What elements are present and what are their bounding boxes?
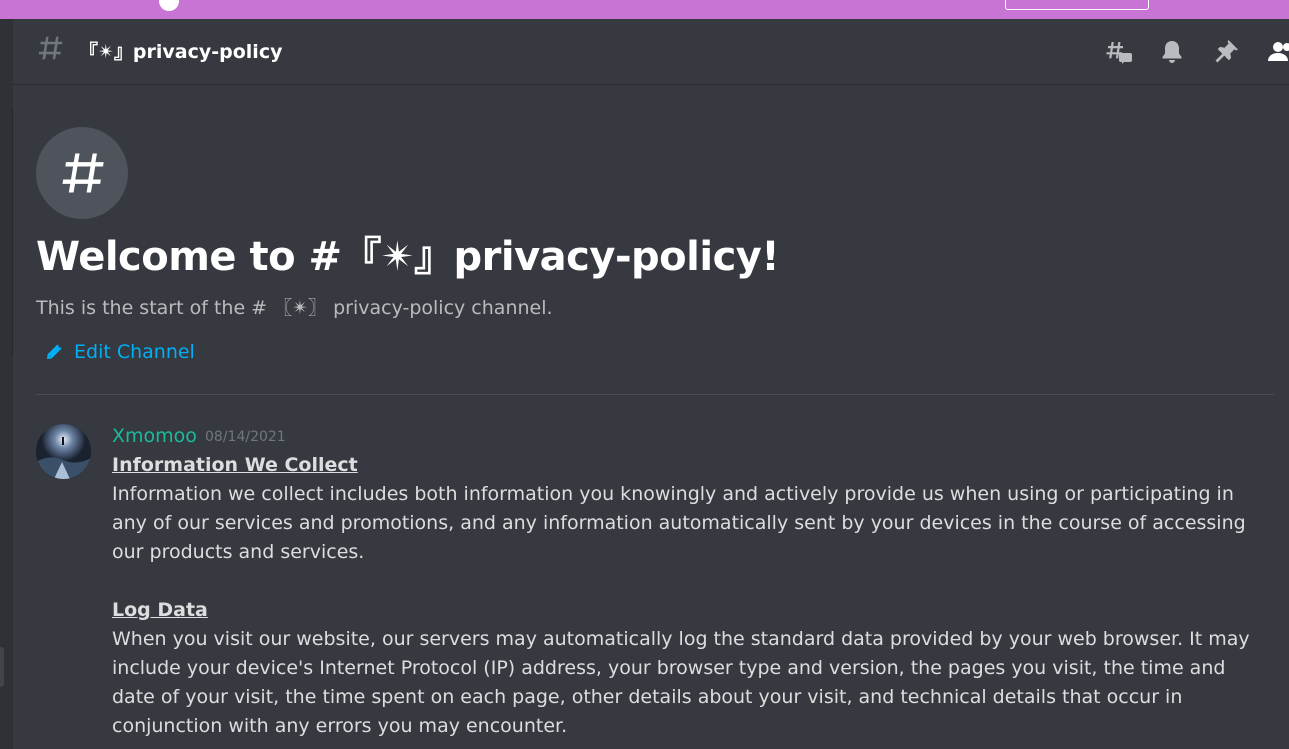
channel-hash-icon [35,33,65,63]
channel-start-text: This is the start of the # 〖✴〗 privacy-p… [36,297,553,319]
notification-banner [0,0,1289,19]
message-content: Information We Collect Information we co… [112,451,1252,741]
channel-header: 『✴』privacy-policy [13,19,1289,85]
channel-hash-icon-large [36,127,128,219]
intro-divider [36,394,1274,395]
section-heading: Information We Collect [112,454,358,476]
section-spacer [112,567,1252,596]
gift-icon [159,0,179,11]
section-text: When you visit our website, our servers … [112,628,1250,737]
pencil-icon [47,344,62,359]
section-text: Information we collect includes both inf… [112,483,1246,563]
sidebar-divider [0,107,13,357]
sidebar-tab[interactable] [0,647,4,687]
member-list-icon[interactable] [1265,37,1289,67]
welcome-heading: Welcome to #『✴』privacy-policy! [36,234,780,280]
bell-icon[interactable] [1157,37,1187,67]
pin-icon[interactable] [1211,37,1241,67]
banner-action-button[interactable] [1005,0,1149,10]
message-author[interactable]: Xmomoo [112,423,197,449]
edit-channel-label: Edit Channel [74,341,195,363]
threads-icon[interactable] [1103,37,1133,67]
edit-channel-button[interactable]: Edit Channel [44,338,195,366]
channel-title: 『✴』privacy-policy [79,41,283,63]
avatar[interactable] [36,424,91,479]
section-heading: Log Data [112,599,208,621]
message-timestamp: 08/14/2021 [205,429,286,445]
sidebar-edge [0,19,13,749]
